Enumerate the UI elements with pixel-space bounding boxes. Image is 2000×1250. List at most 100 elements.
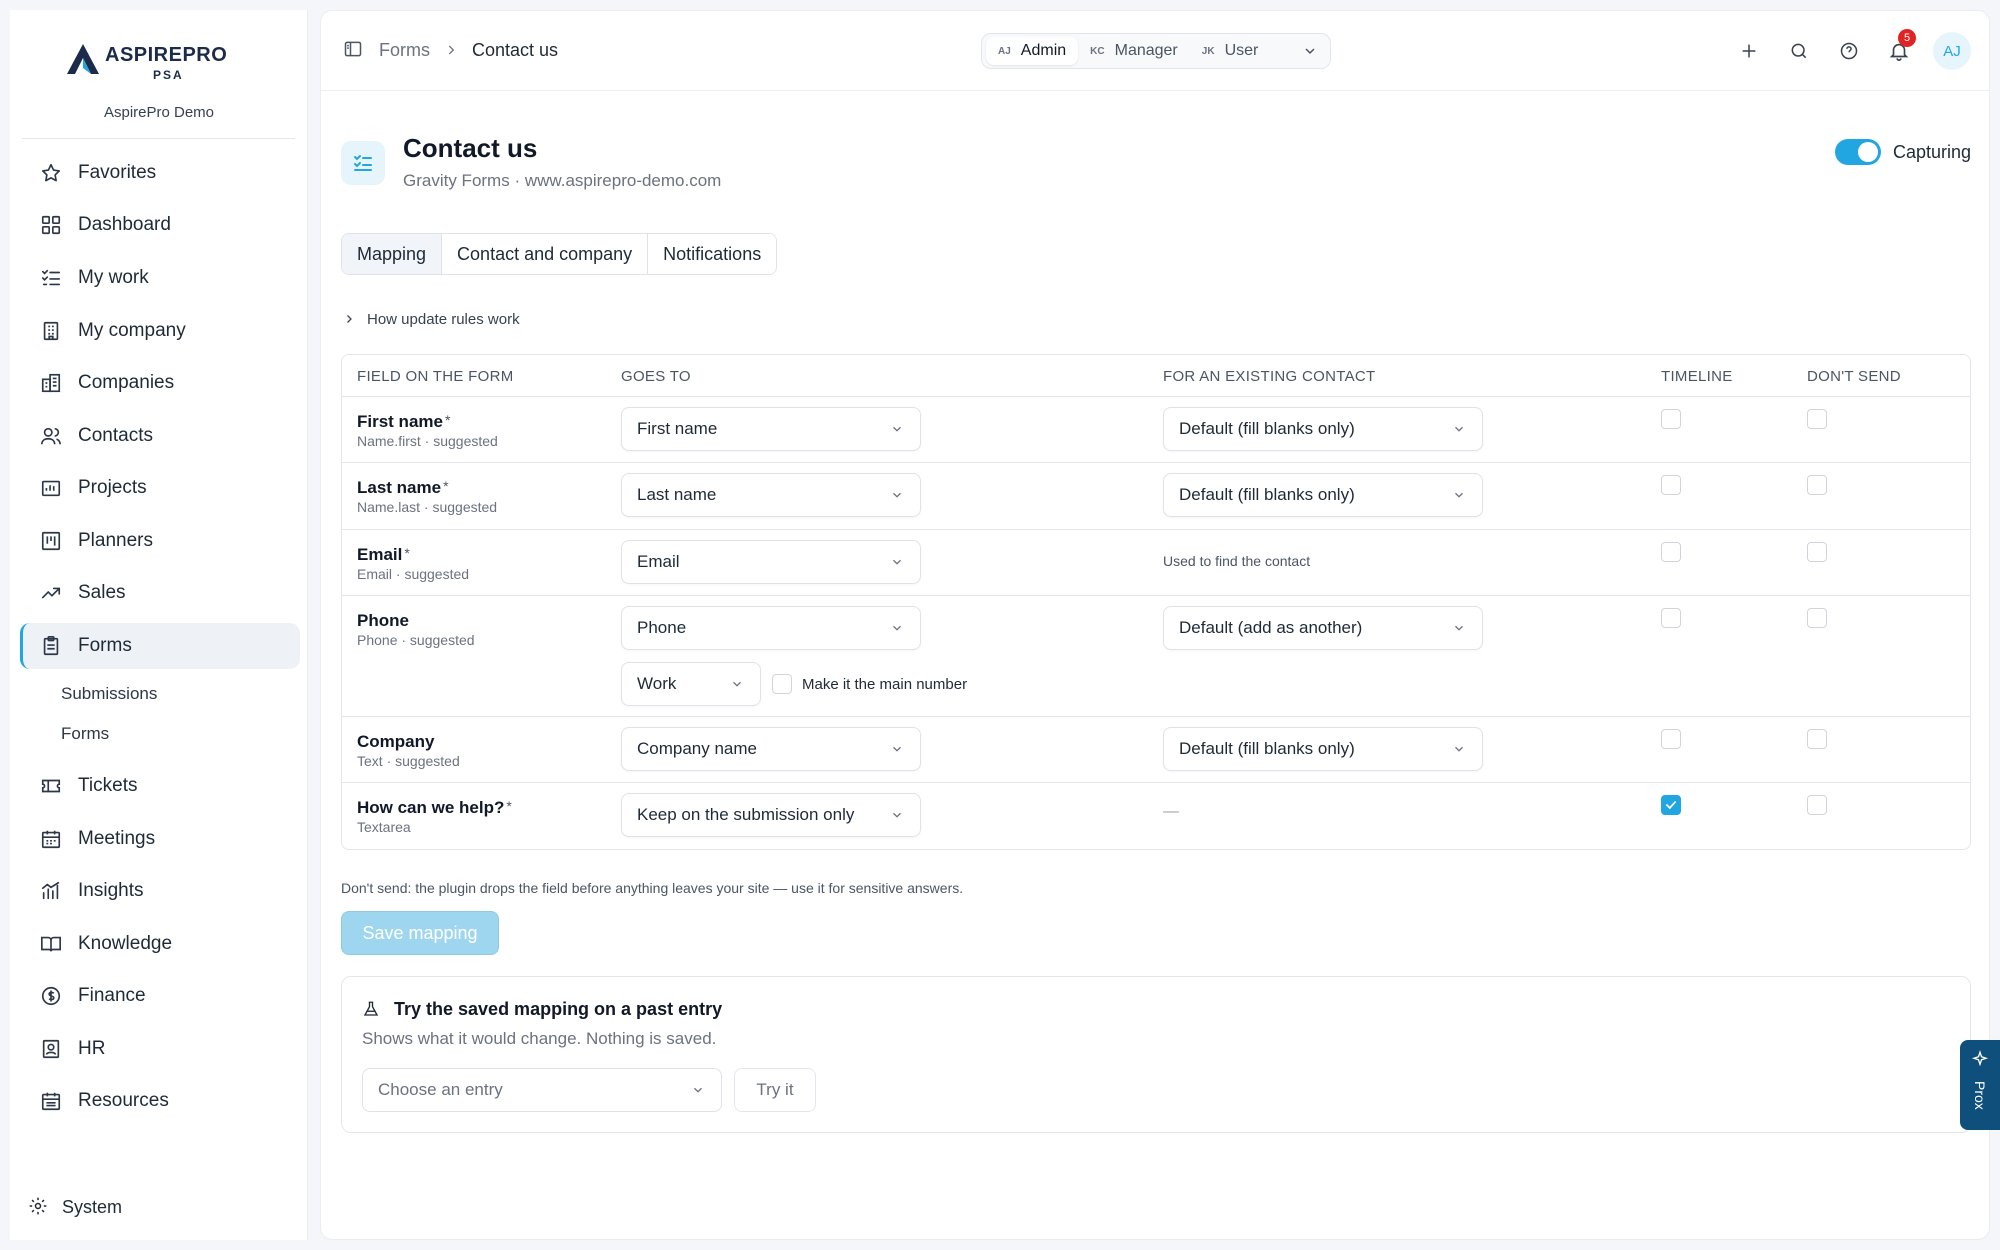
chevron-down-icon xyxy=(890,555,904,569)
sidebar-item-label: Finance xyxy=(78,985,146,1006)
timeline-checkbox[interactable] xyxy=(1661,608,1681,628)
sidebar-item-insights[interactable]: Insights xyxy=(20,868,300,914)
col-existing: FOR AN EXISTING CONTACT xyxy=(1163,368,1376,385)
field-name-text: Phone xyxy=(357,611,409,630)
try-subtitle: Shows what it would change. Nothing is s… xyxy=(362,1029,717,1048)
brand-logo[interactable]: ASPIREPRO PSA xyxy=(65,30,255,90)
timeline-checkbox[interactable] xyxy=(1661,729,1681,749)
chevron-right-icon xyxy=(444,43,458,57)
sidebar-item-system[interactable]: System xyxy=(28,1196,122,1218)
goes-to-select[interactable]: Company name xyxy=(621,727,921,771)
building-icon xyxy=(38,318,64,344)
field-name: Last name * xyxy=(357,478,449,498)
flask-icon xyxy=(362,1000,382,1020)
sidebar-item-sales[interactable]: Sales xyxy=(20,570,300,616)
dont-send-checkbox[interactable] xyxy=(1807,795,1827,815)
role-label: Admin xyxy=(1020,42,1067,59)
goes-to-select[interactable]: Phone xyxy=(621,606,921,650)
dont-send-checkbox[interactable] xyxy=(1807,608,1827,628)
capturing-toggle[interactable]: Capturing xyxy=(1834,139,1971,165)
sidebar-subitem-forms[interactable]: Forms xyxy=(61,724,109,744)
timeline-checkbox[interactable] xyxy=(1661,409,1681,429)
howto-label: How update rules work xyxy=(367,311,520,328)
timeline-checkbox[interactable] xyxy=(1661,475,1681,495)
role-initials: KC xyxy=(1090,45,1105,57)
role-admin[interactable]: AJ Admin xyxy=(986,37,1079,65)
sidebar-item-favorites[interactable]: Favorites xyxy=(20,150,300,196)
tab-notifications[interactable]: Notifications xyxy=(648,234,777,274)
bell-icon[interactable]: 5 xyxy=(1879,29,1919,71)
goes-to-select[interactable]: Email xyxy=(621,540,921,584)
role-user[interactable]: JK User xyxy=(1190,37,1271,65)
avatar[interactable]: AJ xyxy=(1933,32,1971,70)
role-manager[interactable]: KC Manager xyxy=(1078,37,1190,65)
plus-icon[interactable] xyxy=(1729,31,1769,71)
main-number-option[interactable]: Make it the main number xyxy=(772,674,967,694)
timeline-checkbox[interactable] xyxy=(1661,542,1681,562)
select-value: Work xyxy=(637,674,677,693)
save-mapping-button[interactable]: Save mapping xyxy=(341,911,499,955)
try-it-button[interactable]: Try it xyxy=(734,1068,816,1112)
existing-contact-select[interactable]: Default (add as another) xyxy=(1163,606,1483,650)
page-subtitle: Gravity Forms · www.aspirepro-demo.com xyxy=(403,171,722,190)
dont-send-checkbox[interactable] xyxy=(1807,729,1827,749)
goes-to-select[interactable]: First name xyxy=(621,407,921,451)
sidebar-item-label: My work xyxy=(78,267,149,288)
dont-send-checkbox[interactable] xyxy=(1807,542,1827,562)
sidebar-item-resources[interactable]: Resources xyxy=(20,1078,300,1124)
table-header: FIELD ON THE FORM GOES TO FOR AN EXISTIN… xyxy=(342,355,1970,397)
sidebar-item-dashboard[interactable]: Dashboard xyxy=(20,202,300,248)
existing-contact-select[interactable]: Default (fill blanks only) xyxy=(1163,407,1483,451)
field-source: Name.first · suggested xyxy=(357,433,498,449)
chevron-down-icon xyxy=(730,677,744,691)
select-value: Keep on the submission only xyxy=(637,805,855,824)
field-name-text: Company xyxy=(357,732,435,751)
sidebar-item-forms[interactable]: Forms xyxy=(20,623,300,669)
dont-send-checkbox[interactable] xyxy=(1807,475,1827,495)
goes-to-select[interactable]: Keep on the submission only xyxy=(621,793,921,837)
prox-label: Prox xyxy=(1972,1081,1988,1110)
chevron-down-icon[interactable] xyxy=(1302,43,1318,59)
select-value: Email xyxy=(637,552,680,571)
dont-send-checkbox[interactable] xyxy=(1807,409,1827,429)
tab-mapping[interactable]: Mapping xyxy=(342,234,443,274)
main-number-checkbox[interactable] xyxy=(772,674,792,694)
existing-contact-select[interactable]: Default (fill blanks only) xyxy=(1163,473,1483,517)
tab-contact-and-company[interactable]: Contact and company xyxy=(442,234,649,274)
notification-badge: 5 xyxy=(1898,29,1916,47)
role-label: Manager xyxy=(1114,42,1178,59)
sidebar-item-my-work[interactable]: My work xyxy=(20,255,300,301)
prox-assistant-tab[interactable]: Prox xyxy=(1960,1040,2000,1130)
sidebar-item-contacts[interactable]: Contacts xyxy=(20,413,300,459)
sidebar-item-projects[interactable]: Projects xyxy=(20,465,300,511)
topbar: Forms Contact us AJ Admin KC Manager JK … xyxy=(321,11,1989,91)
sidebar-item-planners[interactable]: Planners xyxy=(20,518,300,564)
toggle-switch[interactable] xyxy=(1834,139,1881,165)
field-name: Email * xyxy=(357,545,410,565)
role-label: User xyxy=(1224,42,1259,59)
goes-to-select[interactable]: Last name xyxy=(621,473,921,517)
sidebar-item-knowledge[interactable]: Knowledge xyxy=(20,921,300,967)
sidebar-item-companies[interactable]: Companies xyxy=(20,360,300,406)
phone-type-select[interactable]: Work xyxy=(621,662,761,706)
sparkle-icon xyxy=(1971,1050,1989,1073)
search-icon[interactable] xyxy=(1779,31,1819,71)
how-update-rules-toggle[interactable]: How update rules work xyxy=(343,311,520,328)
field-source: Name.last · suggested xyxy=(357,499,498,515)
existing-contact-select[interactable]: Default (fill blanks only) xyxy=(1163,727,1483,771)
sidebar-item-hr[interactable]: HR xyxy=(20,1026,300,1072)
sidebar-item-meetings[interactable]: Meetings xyxy=(20,816,300,862)
help-icon[interactable] xyxy=(1829,31,1869,71)
sidebar-subitem-submissions[interactable]: Submissions xyxy=(61,684,157,704)
timeline-checkbox-checked[interactable] xyxy=(1661,795,1681,815)
entry-select[interactable]: Choose an entry xyxy=(362,1068,722,1112)
sidebar-item-my-company[interactable]: My company xyxy=(20,308,300,354)
main-panel: Forms Contact us AJ Admin KC Manager JK … xyxy=(320,10,1990,1240)
breadcrumb-forms[interactable]: Forms xyxy=(379,40,430,61)
sidebar-item-tickets[interactable]: Tickets xyxy=(20,763,300,809)
check-icon xyxy=(1666,801,1676,810)
sidebar-item-finance[interactable]: Finance xyxy=(20,973,300,1019)
required-marker: * xyxy=(506,798,512,814)
role-initials: JK xyxy=(1201,45,1215,57)
sidebar-toggle-icon[interactable] xyxy=(343,39,365,61)
